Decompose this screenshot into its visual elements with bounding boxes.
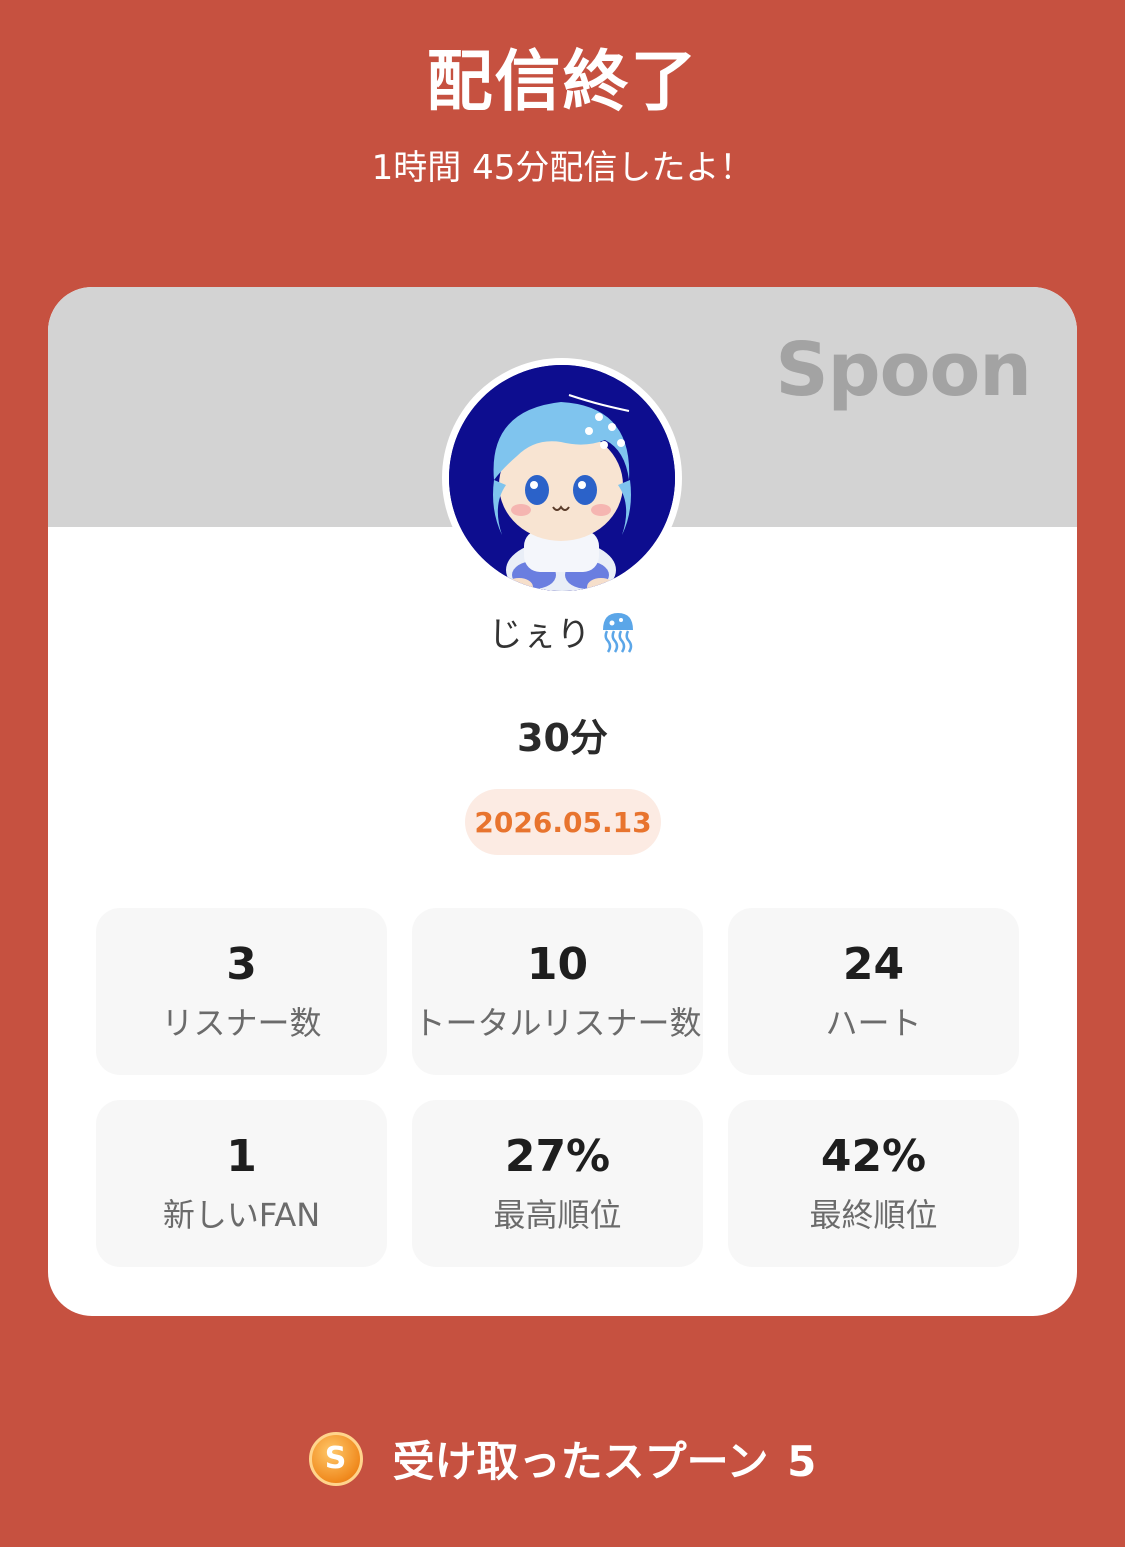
stat-label: トータルリスナー数 (413, 1003, 702, 1042)
avatar[interactable] (442, 358, 682, 598)
jellyfish-icon (602, 612, 633, 653)
stat-label: 新しいFAN (162, 1195, 321, 1234)
stat-value: 3 (226, 939, 257, 991)
date-badge: 2026.05.13 (465, 789, 661, 855)
broadcast-end-screen: 配信終了 1時間 45分配信したよ！ Spoon じぇり 30分 2026.05… (0, 0, 1125, 1547)
stat-label: リスナー数 (161, 1003, 322, 1042)
listening-duration: 30分 (517, 716, 608, 760)
username: じぇり (488, 615, 591, 655)
spoon-logo: Spoon (775, 327, 1032, 413)
stat-total-listeners: 10 トータルリスナー数 (412, 908, 703, 1075)
received-spoons: S 受け取ったスプーン 5 (0, 1428, 1125, 1489)
broadcast-summary-card: Spoon じぇり 30分 2026.05.13 3 リスナー数 10 トータル… (48, 287, 1077, 1316)
page-title: 配信終了 (426, 43, 699, 120)
stat-value: 10 (526, 939, 589, 991)
received-spoons-label: 受け取ったスプーン (392, 1437, 769, 1486)
stat-final-rank: 42% 最終順位 (728, 1100, 1019, 1267)
spoon-coin-icon: S (308, 1431, 363, 1486)
stat-value: 42% (820, 1131, 927, 1183)
stat-listeners: 3 リスナー数 (96, 908, 387, 1075)
stat-new-fans: 1 新しいFAN (96, 1100, 387, 1267)
stat-label: ハート (825, 1003, 922, 1042)
stat-hearts: 24 ハート (728, 908, 1019, 1075)
stat-value: 27% (504, 1131, 611, 1183)
received-spoons-count: 5 (787, 1437, 817, 1486)
plush-doll-avatar-icon (449, 365, 675, 591)
avatar-image (449, 365, 675, 591)
stat-value: 1 (226, 1131, 257, 1183)
stats-grid: 3 リスナー数 10 トータルリスナー数 24 ハート 1 新しいFAN 27%… (96, 908, 1019, 1268)
stat-value: 24 (842, 939, 905, 991)
stat-label: 最終順位 (809, 1195, 938, 1234)
broadcast-duration-summary: 1時間 45分配信したよ！ (371, 148, 754, 188)
username-row: じぇり (48, 607, 1077, 656)
stat-label: 最高順位 (493, 1195, 622, 1234)
stat-highest-rank: 27% 最高順位 (412, 1100, 703, 1267)
